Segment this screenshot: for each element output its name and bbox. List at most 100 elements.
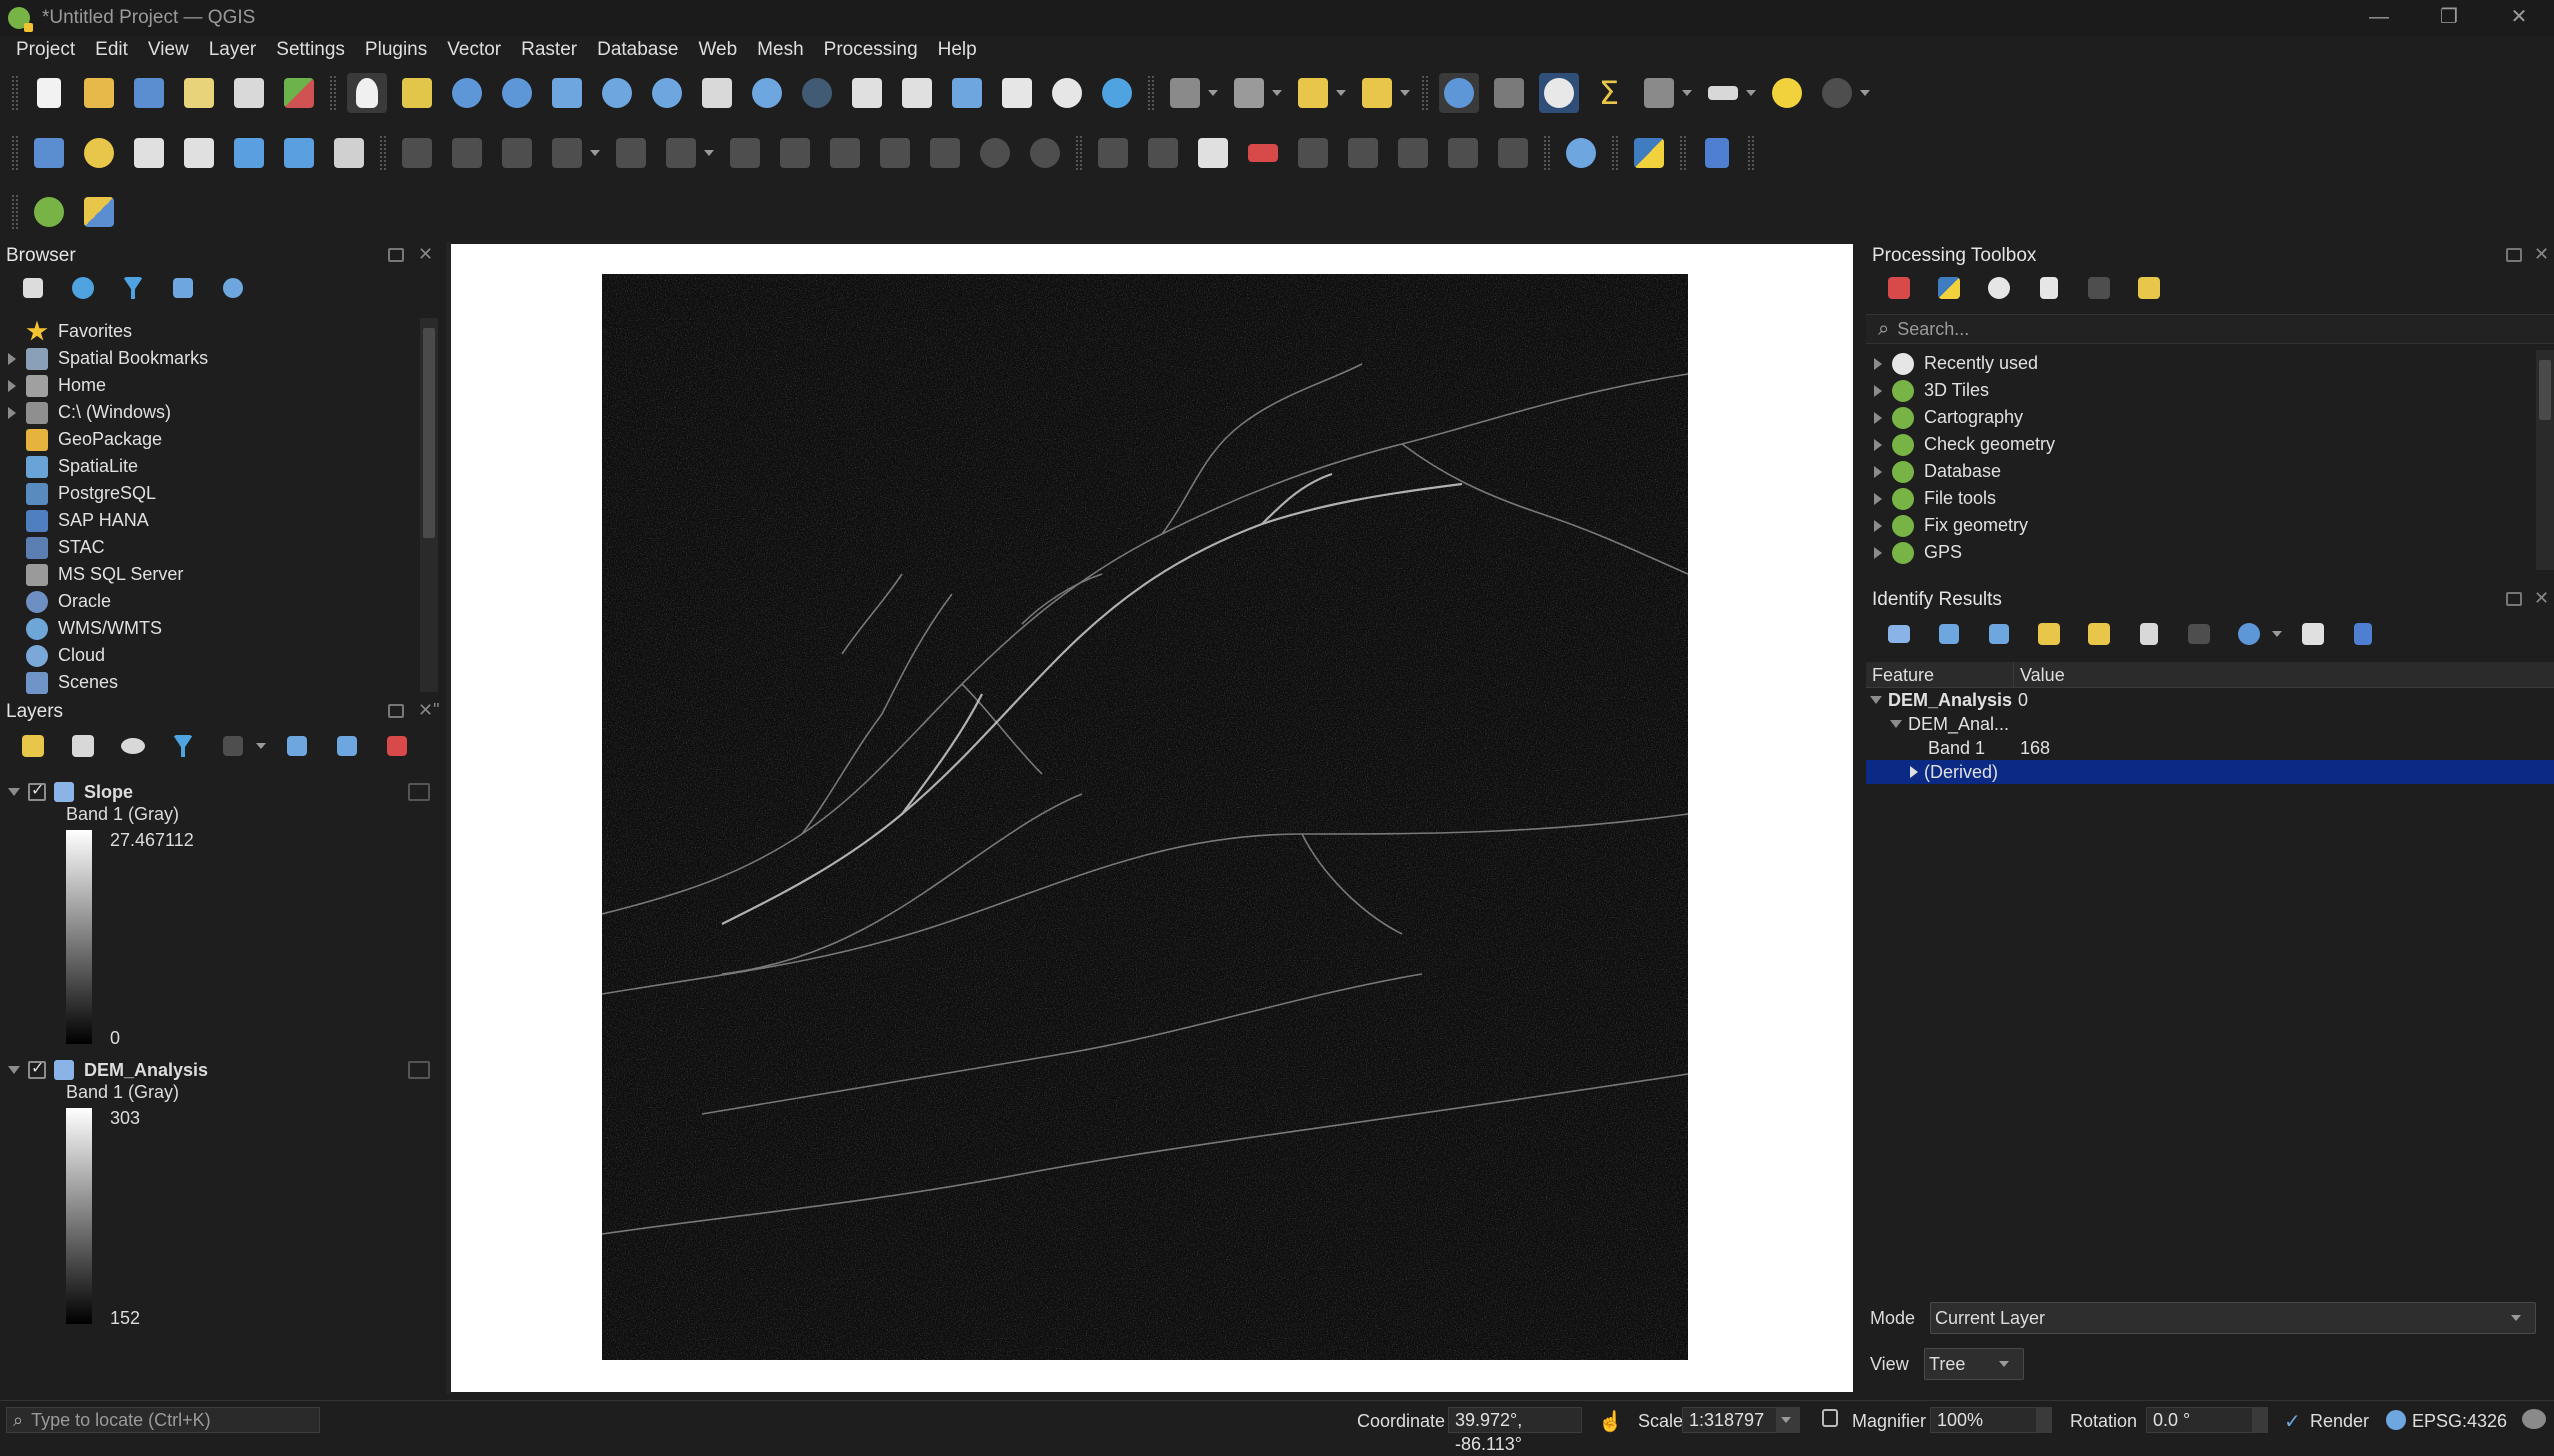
cut-features-button[interactable] <box>825 133 865 173</box>
expand-arrow-icon[interactable] <box>8 406 16 419</box>
chevron-down-icon[interactable] <box>1860 90 1870 96</box>
expand-arrow-icon[interactable] <box>1874 411 1882 424</box>
filter-by-expression-button[interactable] <box>213 726 253 766</box>
zoom-out-button[interactable] <box>497 73 537 113</box>
zoom-to-selection-button[interactable] <box>597 73 637 113</box>
layer-visibility-checkbox[interactable] <box>28 780 46 801</box>
identify-features-button[interactable] <box>1165 73 1205 113</box>
data-source-manager-button[interactable] <box>29 133 69 173</box>
processing-provider-item[interactable]: Database <box>1866 458 2530 485</box>
collapse-all-button[interactable] <box>163 268 203 308</box>
save-project-button[interactable] <box>129 73 169 113</box>
delete-selected-button[interactable] <box>775 133 815 173</box>
manage-map-themes-button[interactable] <box>113 726 153 766</box>
expand-arrow-icon[interactable] <box>8 352 16 365</box>
chevron-down-icon[interactable] <box>1746 90 1756 96</box>
metasearch-button[interactable] <box>1561 133 1601 173</box>
lock-scale-icon[interactable] <box>1822 1409 1838 1427</box>
toolbar-handle[interactable] <box>1748 136 1754 170</box>
expand-arrow-icon[interactable] <box>1874 357 1882 370</box>
rotation-field[interactable]: 0.0 ° <box>2146 1407 2260 1433</box>
menu-plugins[interactable]: Plugins <box>355 39 437 61</box>
layer-indicator-icon[interactable] <box>408 783 430 801</box>
expand-arrow-icon[interactable] <box>1870 696 1882 704</box>
new-3d-view-button[interactable] <box>897 73 937 113</box>
chevron-down-icon[interactable] <box>1682 90 1692 96</box>
filter-legend-button[interactable] <box>163 726 203 766</box>
browser-item[interactable]: Oracle <box>0 588 420 615</box>
print-results-button[interactable] <box>2179 614 2219 654</box>
edit-features-inplace-button[interactable] <box>2079 268 2119 308</box>
toolbar-handle[interactable] <box>1148 76 1154 110</box>
new-print-layout-button[interactable] <box>179 73 219 113</box>
browser-item[interactable]: SpatiaLite <box>0 453 420 480</box>
minimize-button[interactable]: — <box>2344 0 2414 36</box>
browser-item[interactable]: Home <box>0 372 420 399</box>
redo-button[interactable] <box>1025 133 1065 173</box>
float-panel-icon[interactable] <box>388 248 404 262</box>
open-layer-styling-button[interactable] <box>13 726 53 766</box>
zoom-to-layer-button[interactable] <box>647 73 687 113</box>
close-panel-icon[interactable]: ✕ <box>2534 588 2549 609</box>
browser-item[interactable]: MS SQL Server <box>0 561 420 588</box>
add-selected-layers-button[interactable] <box>13 268 53 308</box>
processing-provider-item[interactable]: Fix geometry <box>1866 512 2530 539</box>
expand-arrow-icon[interactable] <box>1874 492 1882 505</box>
processing-search-input[interactable]: ⌕ Search... <box>1866 314 2554 344</box>
menu-edit[interactable]: Edit <box>85 39 138 61</box>
menu-layer[interactable]: Layer <box>199 39 267 61</box>
models-button[interactable] <box>1879 268 1919 308</box>
remove-layer-button[interactable] <box>377 726 417 766</box>
expand-arrow-icon[interactable] <box>1890 720 1902 728</box>
deselect-button[interactable] <box>1293 73 1333 113</box>
magnifier-field[interactable]: 100% <box>1930 1407 2046 1433</box>
expand-arrow-icon[interactable] <box>8 1066 20 1074</box>
statistical-summary-button[interactable]: Σ <box>1589 73 1629 113</box>
coordinate-field[interactable]: 39.972°, -86.113° <box>1448 1407 1582 1454</box>
processing-provider-item[interactable]: 3D Tiles <box>1866 377 2530 404</box>
processing-provider-item[interactable]: File tools <box>1866 485 2530 512</box>
toggle-editing-button[interactable] <box>447 133 487 173</box>
zoom-full-button[interactable] <box>547 73 587 113</box>
column-header-value[interactable]: Value <box>2014 662 2065 687</box>
move-feature-button[interactable] <box>661 133 701 173</box>
toolbar-handle[interactable] <box>12 195 18 229</box>
crs-globe-icon[interactable] <box>2386 1410 2406 1430</box>
expand-tree-button[interactable] <box>1929 614 1969 654</box>
identify-row-band[interactable]: Band 1 168 <box>1866 736 2554 760</box>
close-panel-icon[interactable]: ✕ <box>418 244 433 265</box>
float-panel-icon[interactable] <box>2506 248 2522 262</box>
processing-provider-item[interactable]: Check geometry <box>1866 431 2530 458</box>
toolbar-handle[interactable] <box>12 76 18 110</box>
magnifier-spin-buttons[interactable] <box>2036 1407 2052 1433</box>
browser-item[interactable]: GeoPackage <box>0 426 420 453</box>
undo-button[interactable] <box>975 133 1015 173</box>
filter-browser-button[interactable] <box>113 268 153 308</box>
expand-arrow-icon[interactable] <box>1874 384 1882 397</box>
float-panel-icon[interactable] <box>388 704 404 718</box>
copy-features-button[interactable] <box>875 133 915 173</box>
menu-raster[interactable]: Raster <box>511 39 587 61</box>
layer-row-slope[interactable]: Slope <box>0 778 446 806</box>
vertex-tool-button[interactable] <box>611 133 651 173</box>
browser-item[interactable]: SAP HANA <box>0 507 420 534</box>
settings-tool-button[interactable] <box>1817 73 1857 113</box>
scrollbar-thumb[interactable] <box>2539 360 2551 420</box>
change-label-button[interactable] <box>1493 133 1533 173</box>
layer-row-dem-analysis[interactable]: DEM_Analysis <box>0 1056 446 1084</box>
processing-scrollbar[interactable] <box>2536 350 2554 570</box>
history-button[interactable] <box>1979 268 2019 308</box>
select-features-button[interactable] <box>1229 73 1269 113</box>
processing-provider-item[interactable]: GPS <box>1866 539 2530 566</box>
help-button[interactable] <box>1697 133 1737 173</box>
refresh-button[interactable] <box>1097 73 1137 113</box>
locator-search-input[interactable]: ⌕ Type to locate (Ctrl+K) <box>6 1407 320 1433</box>
paste-features-button[interactable] <box>925 133 965 173</box>
close-panel-icon[interactable]: ✕" <box>418 700 439 721</box>
menu-database[interactable]: Database <box>587 39 688 61</box>
identify-button[interactable] <box>1439 73 1479 113</box>
left-splitter[interactable] <box>446 242 451 1394</box>
identify-row-derived[interactable]: (Derived) <box>1866 760 2554 784</box>
zoom-last-button[interactable] <box>747 73 787 113</box>
right-splitter[interactable] <box>1853 242 1866 1394</box>
